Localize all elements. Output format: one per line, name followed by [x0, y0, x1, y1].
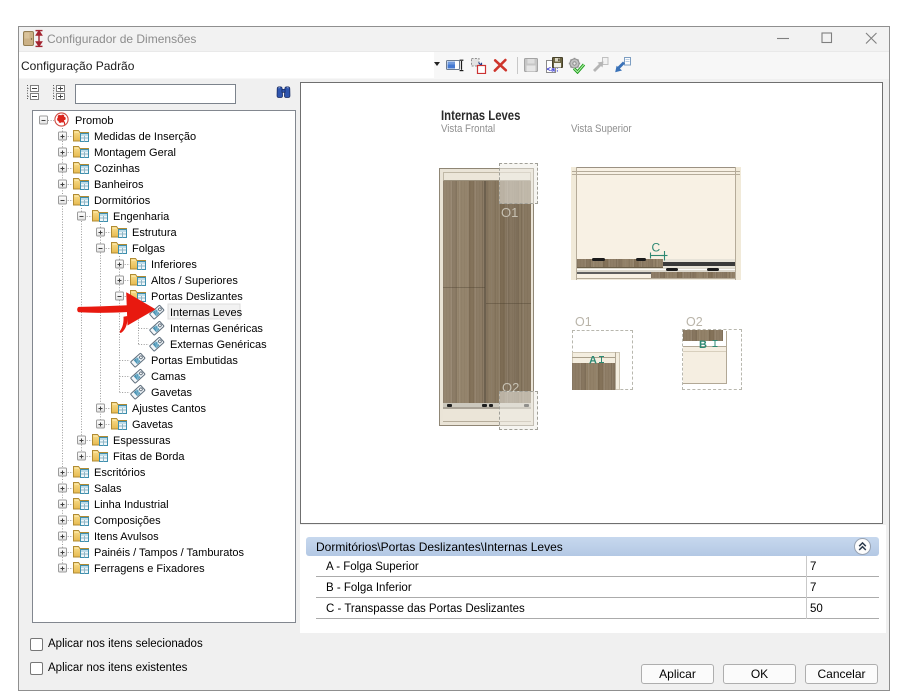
- svg-text:Altos / Superiores: Altos / Superiores: [151, 275, 238, 287]
- svg-text:Externas Genéricas: Externas Genéricas: [170, 339, 267, 351]
- svg-text:Internas Genéricas: Internas Genéricas: [170, 323, 263, 335]
- svg-text:Itens Avulsos: Itens Avulsos: [94, 531, 159, 543]
- svg-text:Painéis / Tampos / Tamburatos: Painéis / Tampos / Tamburatos: [94, 547, 245, 559]
- svg-text:Escritórios: Escritórios: [94, 467, 146, 479]
- svg-text:Banheiros: Banheiros: [94, 179, 144, 191]
- svg-text:Fitas de Borda: Fitas de Borda: [113, 451, 185, 463]
- svg-text:Espessuras: Espessuras: [113, 435, 171, 447]
- svg-text:B: B: [699, 339, 707, 351]
- svg-text:Engenharia: Engenharia: [113, 211, 170, 223]
- svg-text:Composições: Composições: [94, 515, 161, 527]
- svg-text:Portas Deslizantes: Portas Deslizantes: [151, 291, 243, 303]
- svg-text:Gavetas: Gavetas: [151, 387, 192, 399]
- svg-text:Inferiores: Inferiores: [151, 259, 197, 271]
- svg-text:C: C: [652, 241, 661, 255]
- svg-text:Linha Industrial: Linha Industrial: [94, 499, 169, 511]
- svg-text:Medidas de Inserção: Medidas de Inserção: [94, 131, 196, 143]
- svg-text:Folgas: Folgas: [132, 243, 166, 255]
- svg-text:Dormitórios: Dormitórios: [94, 195, 151, 207]
- svg-text:Camas: Camas: [151, 371, 186, 383]
- svg-text:Gavetas: Gavetas: [132, 419, 173, 431]
- svg-text:Ferragens e Fixadores: Ferragens e Fixadores: [94, 563, 205, 575]
- svg-text:Internas Leves: Internas Leves: [170, 307, 243, 319]
- svg-text:Portas Embutidas: Portas Embutidas: [151, 355, 238, 367]
- svg-text:Ajustes Cantos: Ajustes Cantos: [132, 403, 206, 415]
- svg-text:Promob: Promob: [75, 115, 114, 127]
- svg-text:Cozinhas: Cozinhas: [94, 163, 140, 175]
- svg-text:Salas: Salas: [94, 483, 122, 495]
- svg-text:A: A: [589, 355, 597, 367]
- svg-text:Estrutura: Estrutura: [132, 227, 178, 239]
- svg-text:Montagem Geral: Montagem Geral: [94, 147, 176, 159]
